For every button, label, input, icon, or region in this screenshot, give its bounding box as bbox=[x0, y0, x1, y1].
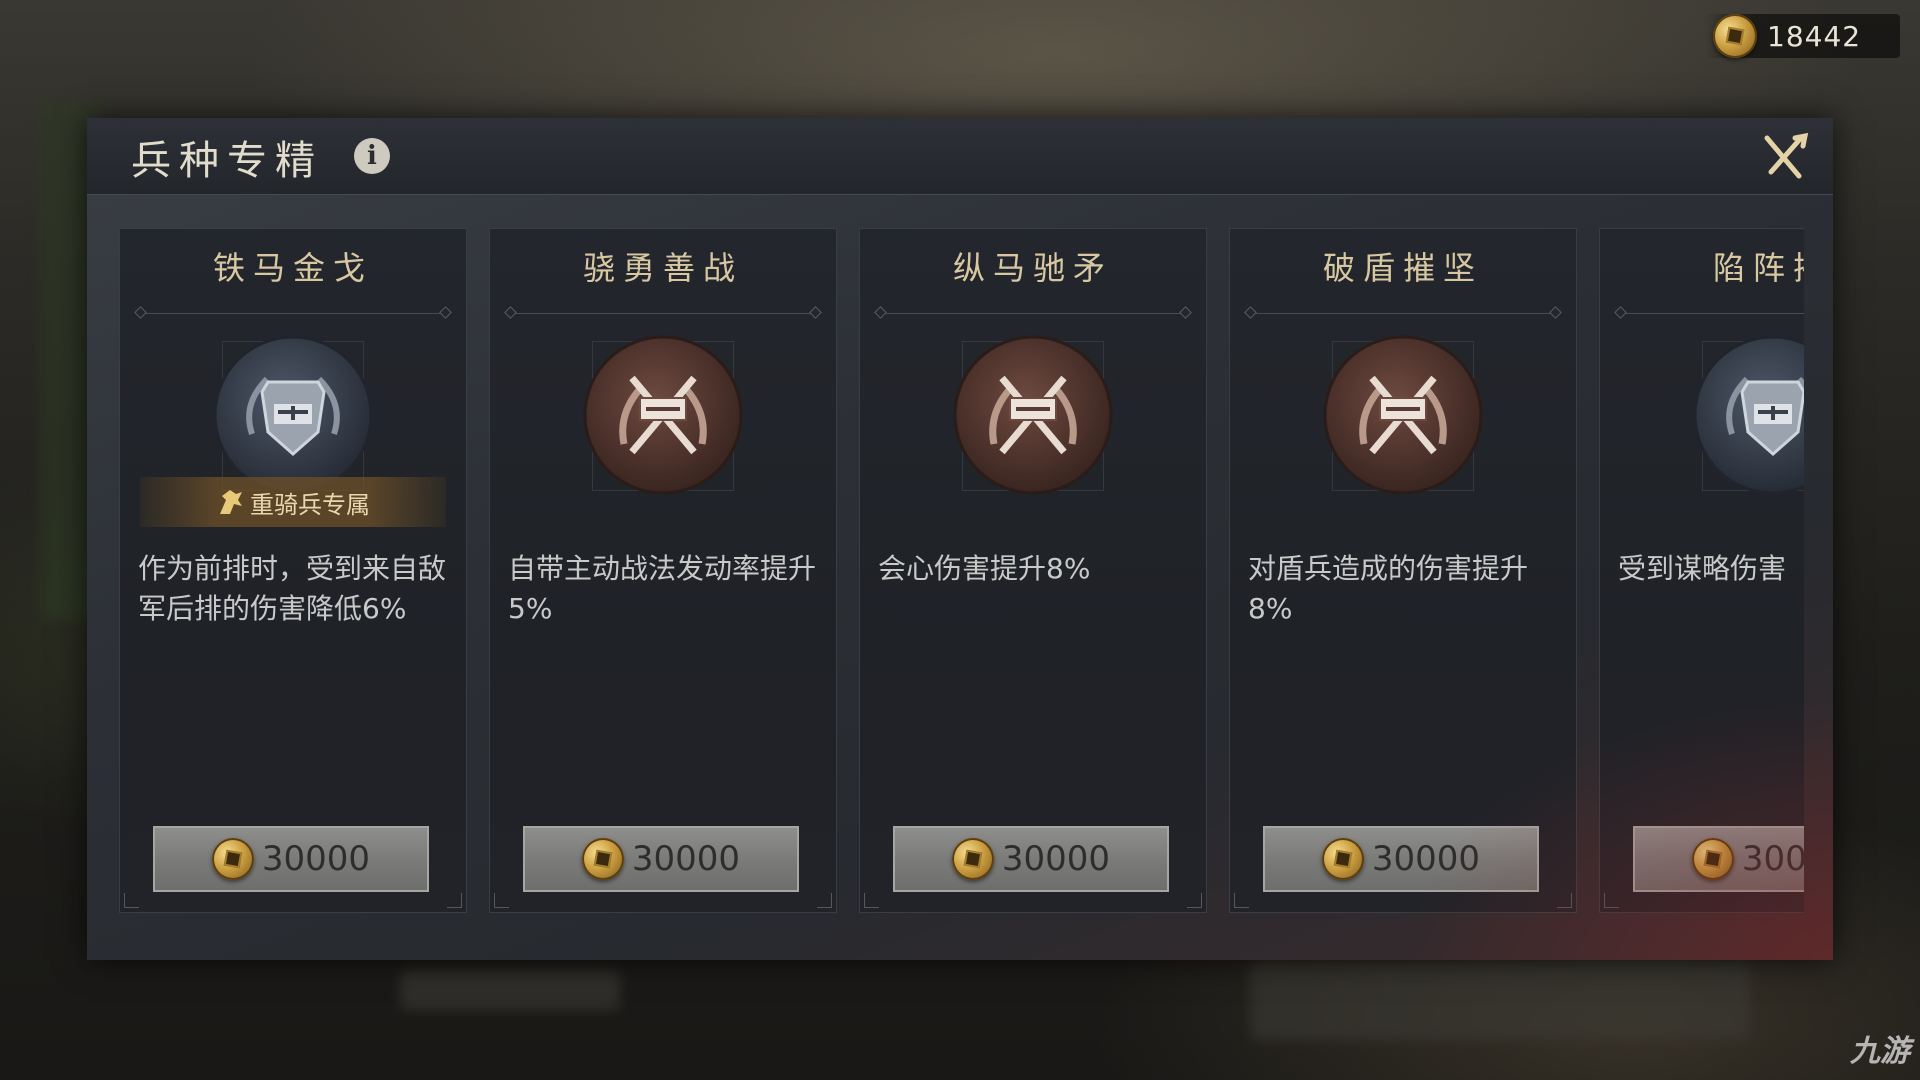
cost-amount: 30000 bbox=[261, 839, 371, 879]
cost-amount: 30000 bbox=[1741, 839, 1804, 879]
ornamental-divider bbox=[140, 305, 446, 314]
cost-amount: 30000 bbox=[631, 839, 741, 879]
unlock-cost-button[interactable]: 30000 bbox=[893, 826, 1169, 892]
specialization-card[interactable]: 骁勇善战自带主动战法发动率提升5% 30000 bbox=[489, 228, 837, 913]
shield-emblem-icon bbox=[213, 335, 373, 495]
exclusive-label: 重骑兵专属 bbox=[250, 490, 370, 519]
exclusive-badge: 重骑兵专属 bbox=[140, 477, 446, 527]
card-description: 会心伤害提升8% bbox=[878, 552, 1091, 585]
copper-coin-icon bbox=[1713, 14, 1757, 58]
card-title: 破盾摧坚 bbox=[1322, 249, 1483, 287]
card-title: 铁马金戈 bbox=[212, 249, 373, 287]
ornamental-divider bbox=[510, 305, 816, 314]
unlock-cost-button[interactable]: 30000 bbox=[153, 826, 429, 892]
specialization-card[interactable]: 铁马金戈重骑兵专属作为前排时，受到来自敌军后排的伤害降低6% 30000 bbox=[119, 228, 467, 913]
ornamental-divider bbox=[1620, 305, 1804, 314]
watermark-logo: 九游 bbox=[1850, 1034, 1910, 1069]
cost-amount: 30000 bbox=[1371, 839, 1481, 879]
unlock-cost-button[interactable]: 30000 bbox=[1263, 826, 1539, 892]
info-icon[interactable]: i bbox=[354, 138, 390, 174]
currency-display: 18442 bbox=[1705, 14, 1900, 58]
card-title: 骁勇善战 bbox=[582, 249, 743, 287]
cost-amount: 30000 bbox=[1001, 839, 1111, 879]
copper-coin-icon bbox=[1691, 838, 1734, 880]
ornamental-divider bbox=[1250, 305, 1556, 314]
copper-coin-icon bbox=[1321, 838, 1364, 880]
card-description: 受到谋略伤害 bbox=[1618, 552, 1787, 585]
close-crossed-swords-icon bbox=[1764, 132, 1809, 179]
specialization-card[interactable]: 纵马驰矛会心伤害提升8% 30000 bbox=[859, 228, 1207, 913]
ornamental-divider bbox=[880, 305, 1186, 314]
copper-coin-icon bbox=[211, 838, 254, 880]
card-description: 自带主动战法发动率提升5% bbox=[508, 552, 817, 625]
card-title: 纵马驰矛 bbox=[952, 249, 1113, 287]
copper-coin-icon bbox=[951, 838, 994, 880]
card-title: 陷阵摧 bbox=[1712, 249, 1804, 287]
dialog-title: 兵种专精 bbox=[131, 138, 323, 184]
crossed-swords-emblem-icon bbox=[583, 335, 743, 495]
crossed-swords-emblem-icon bbox=[953, 335, 1113, 495]
unlock-cost-button[interactable]: 30000 bbox=[523, 826, 799, 892]
shield-emblem-icon bbox=[1693, 335, 1804, 495]
specialization-card[interactable]: 破盾摧坚对盾兵造成的伤害提升8% 30000 bbox=[1229, 228, 1577, 913]
crossed-swords-emblem-icon bbox=[1323, 335, 1483, 495]
unlock-cost-button[interactable]: 30000 bbox=[1633, 826, 1804, 892]
specialization-card[interactable]: 陷阵摧受到谋略伤害 30000 bbox=[1599, 228, 1804, 913]
dialog-header: 兵种专精 i bbox=[87, 118, 1833, 195]
troop-specialization-dialog: 兵种专精 i 铁马金戈重骑兵专属作为前排时，受到来自敌军后排的伤害降低6% 300… bbox=[87, 118, 1833, 960]
currency-amount: 18442 bbox=[1767, 19, 1862, 53]
specialization-card-list[interactable]: 铁马金戈 重骑兵专属 作为前排时，受到来自敌军后排的伤害降低6% 30000 骁勇善战自… bbox=[119, 228, 1804, 1033]
card-description: 作为前排时，受到来自敌军后排的伤害降低6% bbox=[138, 552, 447, 625]
horse-head-icon bbox=[220, 490, 242, 514]
copper-coin-icon bbox=[581, 838, 624, 880]
close-button[interactable] bbox=[1759, 132, 1809, 182]
card-description: 对盾兵造成的伤害提升8% bbox=[1248, 552, 1529, 625]
